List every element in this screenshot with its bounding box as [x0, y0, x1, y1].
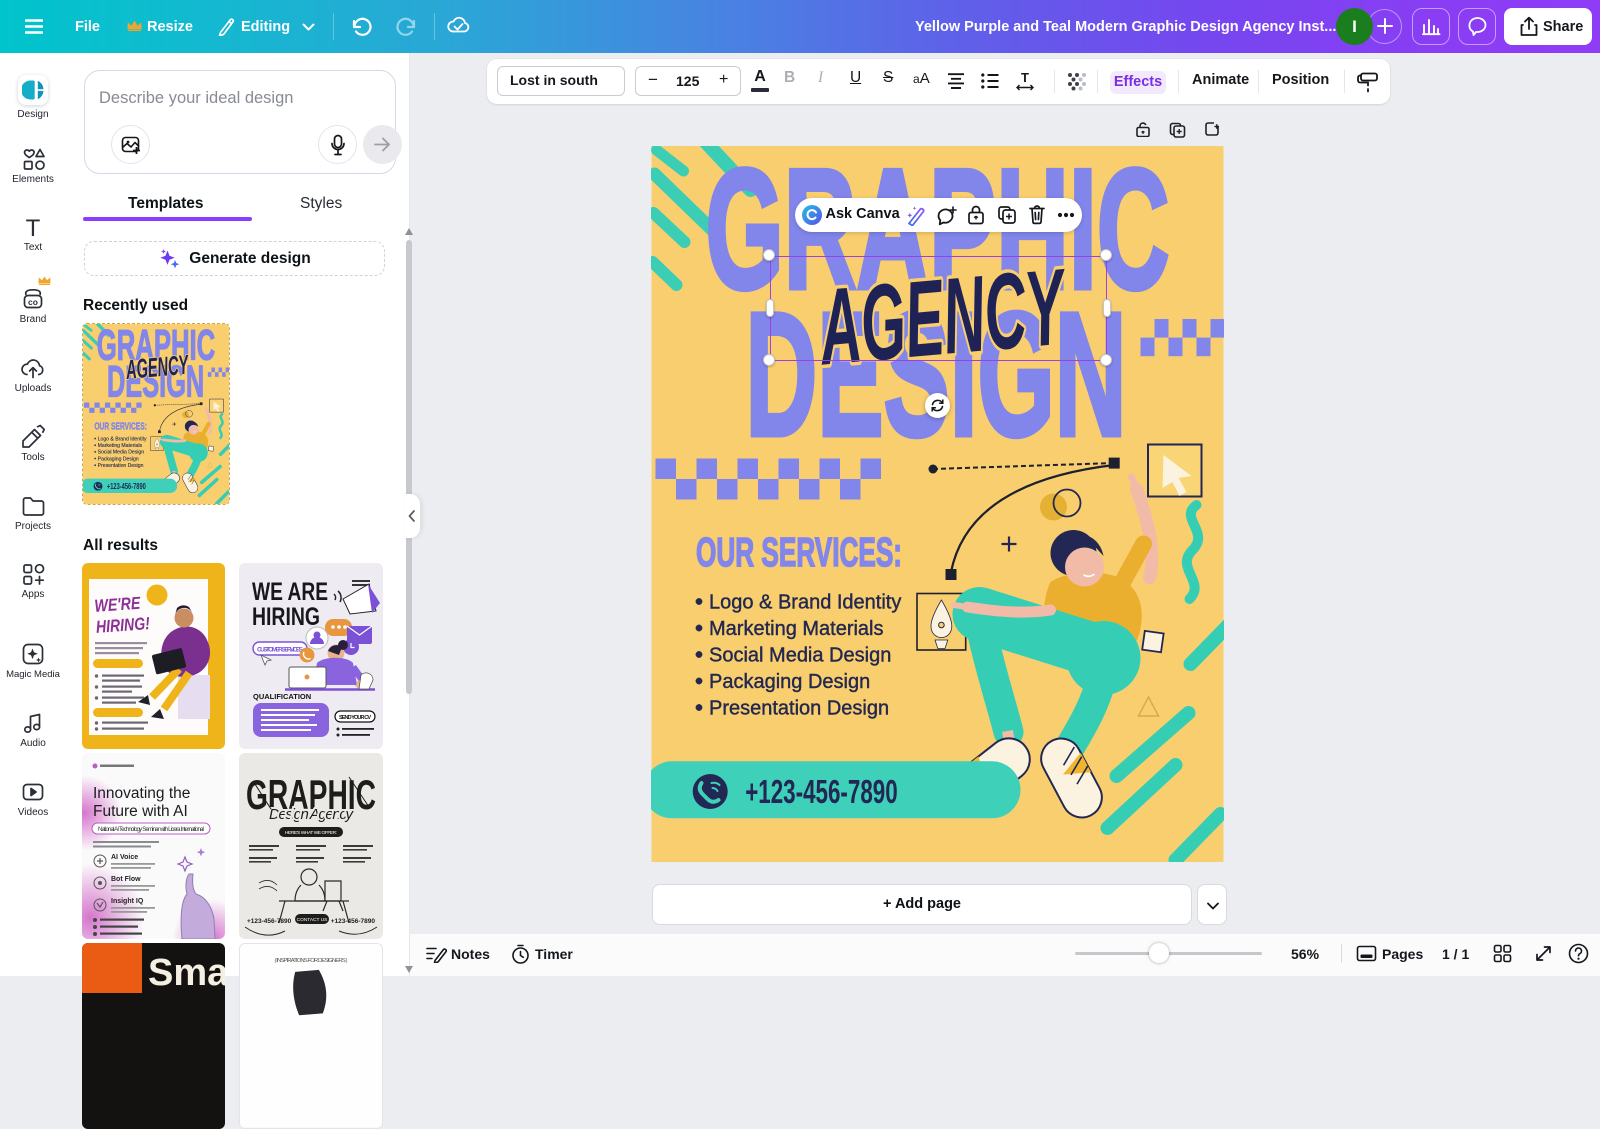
- svg-text:Bot Flow: Bot Flow: [111, 876, 141, 883]
- svg-text:National AI Technology Seminar: National AI Technology Seminar with Lice…: [98, 827, 204, 833]
- svg-text:Insight IQ: Insight IQ: [111, 898, 144, 905]
- svg-text:Small: Small: [148, 952, 225, 994]
- svg-text:AI Voice: AI Voice: [111, 854, 138, 861]
- svg-text:T: T: [26, 216, 41, 240]
- svg-text:SEND YOUR CV: SEND YOUR CV: [339, 715, 371, 721]
- svg-text:( INSPIRATIONS FOR DESIGNERS ): ( INSPIRATIONS FOR DESIGNERS ): [274, 958, 347, 964]
- svg-text:WE ARE: WE ARE: [252, 578, 328, 606]
- svg-text:co: co: [28, 297, 38, 307]
- svg-text:CONTACT US: CONTACT US: [296, 917, 327, 923]
- svg-text:CUSTOMER SERVICES: CUSTOMER SERVICES: [257, 647, 304, 654]
- svg-text:+123-456-7890: +123-456-7890: [247, 918, 292, 925]
- svg-text:T: T: [1021, 71, 1029, 85]
- svg-text:QUALIFICATION: QUALIFICATION: [253, 692, 311, 701]
- svg-text:HERE'S WHAT WE OFFER:: HERE'S WHAT WE OFFER:: [285, 830, 337, 836]
- svg-text:Future with AI: Future with AI: [93, 803, 188, 820]
- svg-text:+123-456-7890: +123-456-7890: [330, 918, 375, 925]
- svg-text:Design Agency: Design Agency: [269, 806, 355, 823]
- svg-text:Innovating the: Innovating the: [93, 785, 190, 802]
- svg-text:HIRING: HIRING: [252, 603, 320, 631]
- svg-text:HIRING!: HIRING!: [95, 613, 150, 637]
- svg-text:WE'RE: WE'RE: [94, 593, 142, 616]
